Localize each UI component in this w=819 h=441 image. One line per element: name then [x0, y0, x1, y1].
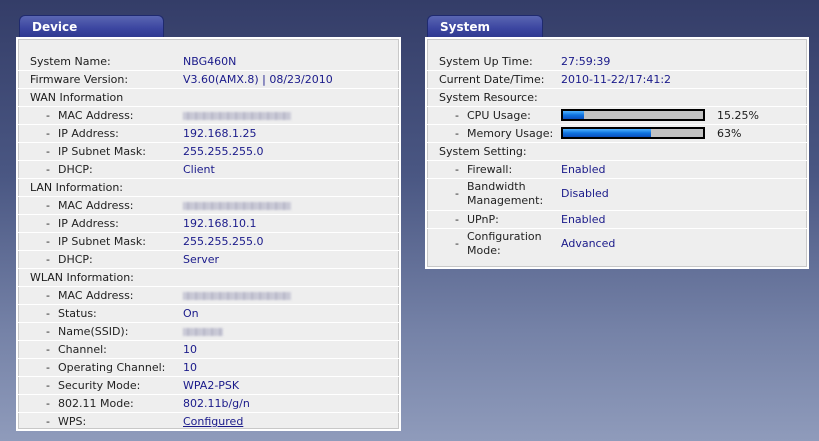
wlan-ssid-label: Name(SSID): — [58, 325, 129, 338]
wlan-ssid-redacted — [183, 328, 223, 336]
wan-dhcp-value: Client — [183, 163, 215, 176]
wlan-mode-row: -802.11 Mode: 802.11b/g/n — [18, 395, 399, 413]
bandwidth-row: - Bandwidth Management: Disabled — [427, 179, 807, 211]
upnp-row: - UPnP: Enabled — [427, 211, 807, 229]
wan-subnet-value: 255.255.255.0 — [183, 145, 264, 158]
lan-dhcp-row: - DHCP: Server — [18, 251, 399, 269]
system-resource-heading: System Resource: — [439, 91, 538, 104]
wlan-security-label: Security Mode: — [58, 379, 141, 392]
wan-ip-label: IP Address: — [58, 127, 119, 140]
tab-device-information: Device Information — [19, 15, 164, 56]
wlan-operating-channel-label: Operating Channel: — [58, 361, 166, 374]
wan-mac-label: MAC Address: — [58, 109, 134, 122]
memory-usage-label: Memory Usage: — [467, 127, 554, 140]
firmware-version-label: Firmware Version: — [30, 73, 129, 86]
wlan-channel-label: Channel: — [58, 343, 107, 356]
wlan-status-row: - Status: On — [18, 305, 399, 323]
firewall-row: - Firewall: Enabled — [427, 161, 807, 179]
memory-usage-row: - Memory Usage: 63% — [427, 125, 807, 143]
wlan-mac-label: MAC Address: — [58, 289, 134, 302]
uptime-value: 27:59:39 — [561, 55, 611, 68]
wlan-security-row: - Security Mode: WPA2-PSK — [18, 377, 399, 395]
upnp-value: Enabled — [561, 213, 606, 226]
wan-ip-row: - IP Address: 192.168.1.25 — [18, 125, 399, 143]
lan-dhcp-value: Server — [183, 253, 220, 266]
memory-usage-bar — [561, 127, 705, 139]
wlan-mode-label: 802.11 Mode: — [58, 397, 134, 410]
system-name-value: NBG460N — [183, 55, 237, 68]
wan-dhcp-label: DHCP: — [58, 163, 93, 176]
wps-configured-link[interactable]: Configured — [183, 413, 243, 430]
configuration-value: Advanced — [561, 237, 616, 250]
uptime-row: System Up Time: 27:59:39 — [427, 53, 807, 71]
wan-subnet-label: IP Subnet Mask: — [58, 145, 146, 158]
configuration-row: - Configuration Mode: Advanced — [455, 230, 616, 257]
wlan-operating-channel-row: - Operating Channel: 10 — [18, 359, 399, 377]
lan-ip-value: 192.168.10.1 — [183, 217, 257, 230]
system-status-panel: System Up Time: 27:59:39 Current Date/Ti… — [425, 37, 809, 269]
memory-usage-percent: 63% — [717, 127, 742, 140]
configuration-label: Configuration Mode: — [467, 230, 542, 257]
wan-dhcp-row: - DHCP: Client — [18, 161, 399, 179]
wlan-status-label: Status: — [58, 307, 97, 320]
cpu-usage-fill — [563, 111, 585, 119]
wlan-channel-value: 10 — [183, 343, 197, 356]
lan-subnet-label: IP Subnet Mask: — [58, 235, 146, 248]
lan-subnet-row: - IP Subnet Mask: 255.255.255.0 — [18, 233, 399, 251]
wan-heading-row: WAN Information — [18, 89, 399, 107]
wlan-security-value: WPA2-PSK — [183, 379, 240, 392]
resource-heading-row: System Resource: — [427, 89, 807, 107]
wlan-mode-value: 802.11b/g/n — [183, 397, 250, 410]
setting-heading-row: System Setting: — [427, 143, 807, 161]
wlan-ssid-row: - Name(SSID): — [18, 323, 399, 341]
bandwidth-label: Bandwidth Management: — [467, 180, 544, 207]
cpu-usage-label: CPU Usage: — [467, 109, 531, 122]
lan-information-heading: LAN Information: — [30, 181, 124, 194]
lan-subnet-value: 255.255.255.0 — [183, 235, 264, 248]
lan-mac-redacted — [183, 202, 291, 210]
cpu-usage-percent: 15.25% — [717, 109, 759, 122]
tab-system-status: System Status — [427, 15, 543, 56]
firewall-label: Firewall: — [467, 163, 513, 176]
device-information-panel: System Name: NBG460N Firmware Version: V… — [16, 37, 401, 431]
lan-mac-label: MAC Address: — [58, 199, 134, 212]
wan-ip-value: 192.168.1.25 — [183, 127, 257, 140]
lan-ip-label: IP Address: — [58, 217, 119, 230]
wlan-mac-redacted — [183, 292, 291, 300]
wlan-wps-label: WPS: — [58, 415, 87, 428]
cpu-usage-bar — [561, 109, 705, 121]
memory-usage-fill — [563, 129, 652, 137]
wlan-information-heading: WLAN Information: — [30, 271, 134, 284]
cpu-usage-row: - CPU Usage: 15.25% — [427, 107, 807, 125]
wan-mac-row: - MAC Address: — [18, 107, 399, 125]
lan-dhcp-label: DHCP: — [58, 253, 93, 266]
datetime-label: Current Date/Time: — [439, 73, 545, 86]
uptime-label: System Up Time: — [439, 55, 533, 68]
wan-information-heading: WAN Information — [30, 91, 124, 104]
firmware-version-row: Firmware Version: V3.60(AMX.8) | 08/23/2… — [18, 71, 399, 89]
firewall-value: Enabled — [561, 163, 606, 176]
wan-subnet-row: - IP Subnet Mask: 255.255.255.0 — [18, 143, 399, 161]
wlan-status-value: On — [183, 307, 199, 320]
bandwidth-value: Disabled — [561, 187, 609, 200]
datetime-value: 2010-11-22/17:41:2 — [561, 73, 672, 86]
wlan-heading-row: WLAN Information: — [18, 269, 399, 287]
lan-ip-row: - IP Address: 192.168.10.1 — [18, 215, 399, 233]
firmware-version-value: V3.60(AMX.8) | 08/23/2010 — [183, 73, 333, 86]
lan-mac-row: - MAC Address: — [18, 197, 399, 215]
wlan-wps-row: - WPS: Configured — [18, 413, 399, 431]
upnp-label: UPnP: — [467, 213, 499, 226]
wlan-mac-row: - MAC Address: — [18, 287, 399, 305]
system-name-label: System Name: — [30, 55, 111, 68]
system-setting-heading: System Setting: — [439, 145, 527, 158]
datetime-row: Current Date/Time: 2010-11-22/17:41:2 — [427, 71, 807, 89]
wlan-channel-row: - Channel: 10 — [18, 341, 399, 359]
system-name-row: System Name: NBG460N — [18, 53, 399, 71]
wlan-operating-channel-value: 10 — [183, 361, 197, 374]
lan-heading-row: LAN Information: — [18, 179, 399, 197]
wan-mac-redacted — [183, 112, 291, 120]
